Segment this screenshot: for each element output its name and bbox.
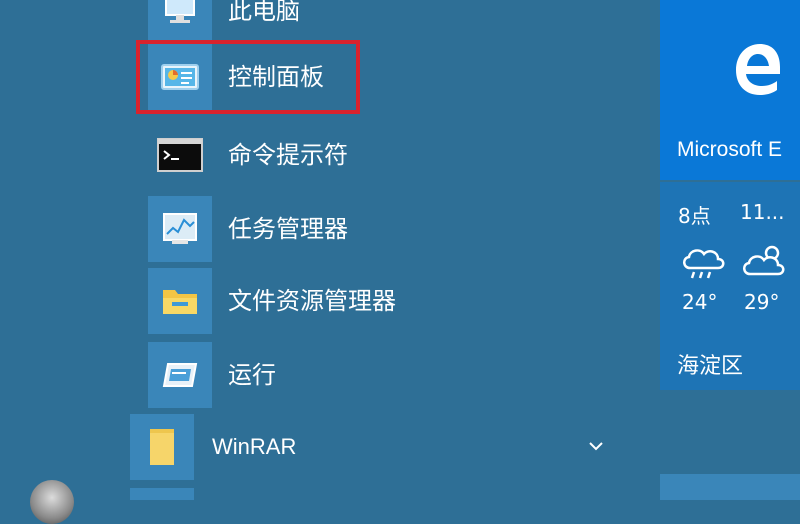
- file-explorer-icon: [148, 268, 212, 334]
- tile-weather[interactable]: 8点 24° 11... 29° 海淀区: [660, 182, 800, 390]
- computer-icon: [148, 0, 212, 44]
- command-prompt-icon: [148, 122, 212, 188]
- menu-item-label: 此电脑: [228, 0, 300, 25]
- folder-icon: [130, 414, 194, 480]
- live-tiles: Microsoft E 8点 24° 11... 29° 海淀区: [660, 0, 800, 500]
- start-menu-app-list: 此电脑 控制面板 命令提示符 任务管理器 文件资源管理器 运行 WinRAR: [0, 0, 660, 524]
- menu-item-partial-tile: [130, 488, 194, 500]
- menu-group-label: WinRAR: [212, 434, 297, 459]
- forecast-temp: 24°: [682, 290, 718, 314]
- menu-item-label: 文件资源管理器: [228, 287, 396, 315]
- menu-item-task-manager[interactable]: 任务管理器: [148, 196, 618, 262]
- weather-city: 海淀区: [677, 354, 744, 379]
- task-manager-icon: [148, 196, 212, 262]
- forecast-time: 8点: [678, 204, 711, 228]
- rain-cloud-icon: [683, 249, 725, 279]
- menu-item-command-prompt[interactable]: 命令提示符: [148, 122, 618, 188]
- menu-item-label: 命令提示符: [228, 141, 348, 169]
- menu-item-file-explorer[interactable]: 文件资源管理器: [148, 268, 618, 334]
- tile-microsoft-edge[interactable]: Microsoft E: [660, 0, 800, 180]
- menu-item-run[interactable]: 运行: [148, 342, 618, 408]
- forecast-temp: 29°: [744, 290, 780, 314]
- forecast-column: 11... 29°: [740, 182, 800, 390]
- menu-item-label: 任务管理器: [228, 215, 348, 243]
- avatar[interactable]: [30, 480, 74, 524]
- highlight-box: [136, 40, 360, 114]
- menu-group-winrar[interactable]: WinRAR: [130, 414, 620, 480]
- edge-icon: [736, 44, 780, 95]
- tile-partial: [660, 474, 800, 500]
- cloudy-icon: [743, 245, 785, 276]
- forecast-time: 11...: [740, 200, 785, 224]
- chevron-down-icon[interactable]: [586, 436, 606, 456]
- tile-label: Microsoft E: [677, 138, 783, 161]
- menu-item-this-pc[interactable]: 此电脑: [148, 0, 618, 44]
- menu-item-label: 运行: [228, 361, 276, 389]
- run-icon: [148, 342, 212, 408]
